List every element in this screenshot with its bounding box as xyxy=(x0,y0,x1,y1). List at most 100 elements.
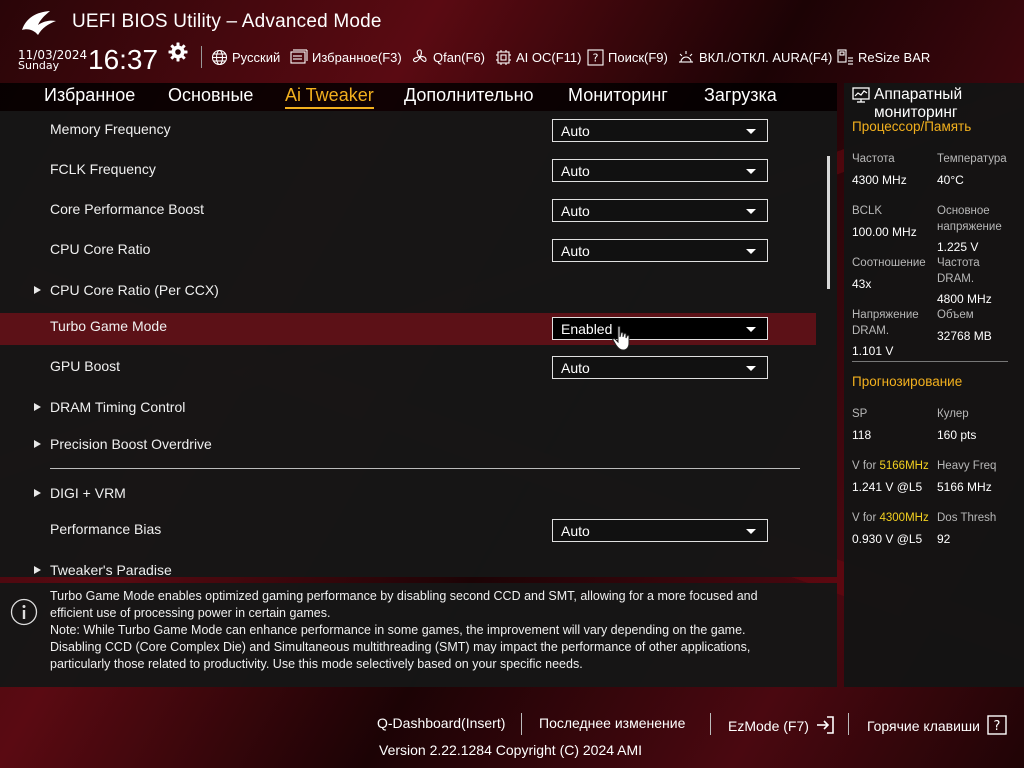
gpu-boost-dropdown[interactable]: Auto xyxy=(552,356,768,379)
submenu-precision-boost-overdrive[interactable]: Precision Boost Overdrive xyxy=(0,429,816,461)
dram-frequency-label: Частота DRAM. xyxy=(937,255,980,287)
setting-row-fclk-frequency[interactable]: FCLK Frequency Auto xyxy=(0,154,816,186)
globe-icon xyxy=(211,49,228,65)
label-line: DRAM. xyxy=(852,325,890,337)
setting-label: CPU Core Ratio xyxy=(50,241,151,257)
version-text: Version 2.22.1284 Copyright (C) 2024 AMI xyxy=(379,742,643,758)
setting-label: Turbo Game Mode xyxy=(50,318,167,334)
hw-monitor-title: Аппаратный мониторинг xyxy=(874,86,1019,122)
tab-boot[interactable]: Загрузка xyxy=(704,85,777,106)
scrollbar[interactable] xyxy=(827,156,830,289)
last-change-button[interactable]: Последнее изменение xyxy=(539,715,685,731)
core-voltage-label: Основное напряжение xyxy=(937,203,1002,235)
hotkeys-button[interactable]: Горячие клавиши ? xyxy=(867,715,1007,735)
highlight-frequency: 4300MHz xyxy=(879,512,929,524)
dropdown-value: Auto xyxy=(561,360,590,376)
favorites-label: Избранное(F3) xyxy=(312,49,402,65)
submenu-arrow-icon xyxy=(34,566,41,574)
submenu-arrow-icon xyxy=(34,286,41,294)
chevron-down-icon xyxy=(746,129,756,134)
submenu-digi-vrm[interactable]: DIGI + VRM xyxy=(0,478,816,510)
setting-row-turbo-game-mode[interactable]: Turbo Game Mode Enabled xyxy=(0,313,816,345)
favorites-icon xyxy=(290,49,308,64)
main-tabs: Избранное Основные Ai Tweaker Дополнител… xyxy=(0,83,837,111)
performance-bias-dropdown[interactable]: Auto xyxy=(552,519,768,542)
language-button[interactable]: Русский xyxy=(211,48,280,66)
setting-row-performance-bias[interactable]: Performance Bias Auto xyxy=(0,514,816,546)
forecast-section-title: Прогнозирование xyxy=(852,374,963,389)
dropdown-value: Auto xyxy=(561,203,590,219)
settings-panel: Memory Frequency Auto FCLK Frequency Aut… xyxy=(0,111,837,577)
highlight-frequency: 5166MHz xyxy=(879,460,929,472)
gear-icon[interactable] xyxy=(168,42,188,62)
help-line: efficient use of processing power in cer… xyxy=(50,606,331,620)
chevron-down-icon xyxy=(746,249,756,254)
tab-monitor[interactable]: Мониторинг xyxy=(568,85,668,106)
setting-row-core-performance-boost[interactable]: Core Performance Boost Auto xyxy=(0,194,816,226)
core-voltage-value: 1.225 V xyxy=(937,240,979,254)
cpu-core-ratio-dropdown[interactable]: Auto xyxy=(552,239,768,262)
v-for-base-value: 0.930 V @L5 xyxy=(852,532,923,546)
heavy-freq-label: Heavy Freq xyxy=(937,460,997,472)
chevron-down-icon xyxy=(746,529,756,534)
dos-thresh-label: Dos Thresh xyxy=(937,512,997,524)
ezmode-button[interactable]: EzMode (F7) xyxy=(728,715,835,735)
tab-ai-tweaker[interactable]: Ai Tweaker xyxy=(285,85,374,109)
hw-monitor-title-line: Аппаратный xyxy=(874,86,963,103)
label-line: Напряжение xyxy=(852,309,919,321)
dos-thresh-value: 92 xyxy=(937,532,951,546)
rog-logo-icon xyxy=(22,11,56,35)
ai-oc-label: AI OC(F11) xyxy=(516,49,582,65)
help-text: Turbo Game Mode enables optimized gaming… xyxy=(50,588,820,673)
submenu-label: DRAM Timing Control xyxy=(50,399,186,415)
fclk-frequency-dropdown[interactable]: Auto xyxy=(552,159,768,182)
svg-text:?: ? xyxy=(993,719,1000,734)
search-label: Поиск(F9) xyxy=(608,49,668,65)
bclk-value: 100.00 MHz xyxy=(852,225,917,239)
setting-row-cpu-core-ratio[interactable]: CPU Core Ratio Auto xyxy=(0,234,816,266)
search-button[interactable]: ? Поиск(F9) xyxy=(587,48,668,66)
app-title: UEFI BIOS Utility – Advanced Mode xyxy=(72,11,382,32)
capacity-value: 32768 MB xyxy=(937,329,992,343)
turbo-game-mode-dropdown[interactable]: Enabled xyxy=(552,317,768,340)
resize-bar-button[interactable]: ReSize BAR xyxy=(836,48,930,66)
exit-arrow-icon xyxy=(816,716,834,734)
setting-row-memory-frequency[interactable]: Memory Frequency Auto xyxy=(0,114,816,146)
resize-bar-label: ReSize BAR xyxy=(858,49,931,65)
submenu-tweakers-paradise[interactable]: Tweaker's Paradise xyxy=(0,555,816,577)
tab-favorites[interactable]: Избранное xyxy=(44,85,135,106)
hardware-monitor-panel: Аппаратный мониторинг Процессор/Память Ч… xyxy=(844,83,1024,687)
submenu-dram-timing-control[interactable]: DRAM Timing Control xyxy=(0,392,816,424)
memory-frequency-dropdown[interactable]: Auto xyxy=(552,119,768,142)
setting-row-gpu-boost[interactable]: GPU Boost Auto xyxy=(0,351,816,383)
q-dashboard-button[interactable]: Q-Dashboard(Insert) xyxy=(377,715,505,731)
help-line: Disabling CCD (Core Complex Die) and Sim… xyxy=(50,640,751,654)
cpu-frequency-value: 4300 MHz xyxy=(852,173,907,187)
submenu-arrow-icon xyxy=(34,440,41,448)
sp-value: 118 xyxy=(852,428,872,442)
temperature-value: 40°C xyxy=(937,173,964,187)
core-performance-boost-dropdown[interactable]: Auto xyxy=(552,199,768,222)
help-line: Turbo Game Mode enables optimized gaming… xyxy=(50,589,758,603)
aura-light-icon xyxy=(679,51,693,63)
submenu-cpu-core-ratio-per-ccx[interactable]: CPU Core Ratio (Per CCX) xyxy=(0,275,816,307)
help-line: particularly those related to productivi… xyxy=(50,657,583,671)
ai-oc-button[interactable]: AI OC(F11) xyxy=(495,48,582,66)
tab-main[interactable]: Основные xyxy=(168,85,253,106)
tab-advanced[interactable]: Дополнительно xyxy=(404,85,534,106)
dropdown-value: Auto xyxy=(561,123,590,139)
cooler-value: 160 pts xyxy=(937,428,977,442)
chevron-down-icon xyxy=(746,169,756,174)
label-line: Основное xyxy=(937,205,990,217)
setting-label: FCLK Frequency xyxy=(50,161,156,177)
chevron-down-icon xyxy=(746,209,756,214)
aura-button[interactable]: ВКЛ./ОТКЛ. AURA(F4) xyxy=(677,48,832,66)
hand-cursor-icon xyxy=(612,325,630,351)
submenu-label: CPU Core Ratio (Per CCX) xyxy=(50,282,219,298)
qfan-button[interactable]: Qfan(F6) xyxy=(411,48,485,66)
dropdown-value: Auto xyxy=(561,243,590,259)
help-search-icon: ? xyxy=(587,48,604,66)
header-bar: UEFI BIOS Utility – Advanced Mode 11/03/… xyxy=(0,0,1024,82)
sp-label: SP xyxy=(852,408,868,420)
favorites-button[interactable]: Избранное(F3) xyxy=(290,48,402,66)
